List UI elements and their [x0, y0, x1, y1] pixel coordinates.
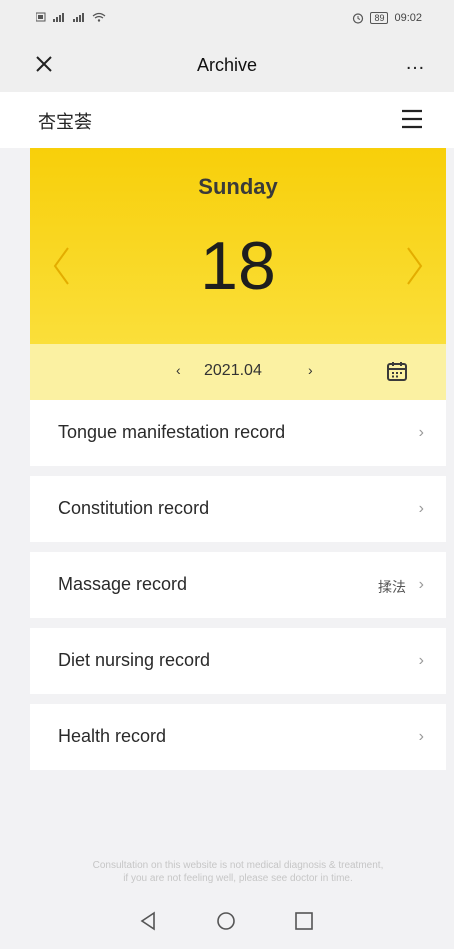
- sim-icon: [36, 12, 46, 22]
- previous-month-button[interactable]: ‹: [176, 362, 181, 378]
- page-title: Archive: [196, 55, 258, 75]
- record-list: Tongue manifestation record › Constituti…: [30, 400, 446, 780]
- date-panel: Sunday 18: [30, 148, 446, 344]
- battery-indicator: 89: [370, 12, 389, 24]
- record-item-value: 揉法: [378, 579, 406, 595]
- chevron-right-icon[interactable]: [406, 246, 424, 286]
- more-icon[interactable]: …: [405, 52, 426, 75]
- record-item-massage[interactable]: Massage record 揉法 ›: [30, 552, 446, 618]
- weekday-label: Sunday: [198, 174, 278, 199]
- disclaimer-line-2: if you are not feeling well, please see …: [123, 873, 353, 884]
- nav-bar: Archive …: [0, 40, 454, 92]
- record-item-health[interactable]: Health record ›: [30, 704, 446, 770]
- record-item-label: Diet nursing record: [58, 650, 211, 670]
- signal-icon-2: [73, 13, 84, 22]
- record-item-label: Massage record: [58, 574, 188, 594]
- chevron-icon: ›: [418, 576, 424, 593]
- record-item-label: Tongue manifestation record: [58, 422, 286, 442]
- record-item-constitution[interactable]: Constitution record ›: [30, 476, 446, 542]
- chevron-icon: ›: [418, 500, 424, 517]
- record-item-tongue[interactable]: Tongue manifestation record ›: [30, 400, 446, 466]
- recents-icon[interactable]: [292, 909, 316, 933]
- record-item-label: Constitution record: [58, 498, 210, 518]
- wifi-icon: [92, 12, 106, 22]
- month-label: 2021.04: [204, 362, 262, 379]
- day-number: 18: [200, 228, 276, 304]
- next-month-button[interactable]: ›: [308, 362, 313, 378]
- record-item-label: Health record: [58, 726, 167, 746]
- home-icon[interactable]: [214, 909, 238, 933]
- status-left: [36, 12, 106, 22]
- month-bar: ‹ 2021.04 ›: [30, 344, 446, 400]
- status-bar: 89 09:02: [0, 0, 454, 40]
- menu-icon[interactable]: [400, 108, 424, 130]
- chevron-icon: ›: [418, 424, 424, 441]
- chevron-icon: ›: [418, 728, 424, 745]
- status-right: 89 09:02: [352, 12, 422, 24]
- signal-icon: [53, 13, 64, 22]
- chevron-icon: ›: [418, 652, 424, 669]
- disclaimer-line-1: Consultation on this website is not medi…: [92, 860, 384, 871]
- alarm-icon: [353, 13, 364, 24]
- chevron-left-icon[interactable]: [52, 246, 70, 286]
- status-time: 09:02: [394, 12, 422, 24]
- brand-name: 杏宝荟: [38, 112, 92, 132]
- record-item-diet[interactable]: Diet nursing record ›: [30, 628, 446, 694]
- back-icon[interactable]: [136, 909, 160, 933]
- disclaimer: Consultation on this website is not medi…: [30, 859, 446, 885]
- system-nav-bar: [0, 895, 454, 949]
- calendar-icon[interactable]: [386, 360, 408, 382]
- brand-bar: 杏宝荟: [0, 92, 454, 148]
